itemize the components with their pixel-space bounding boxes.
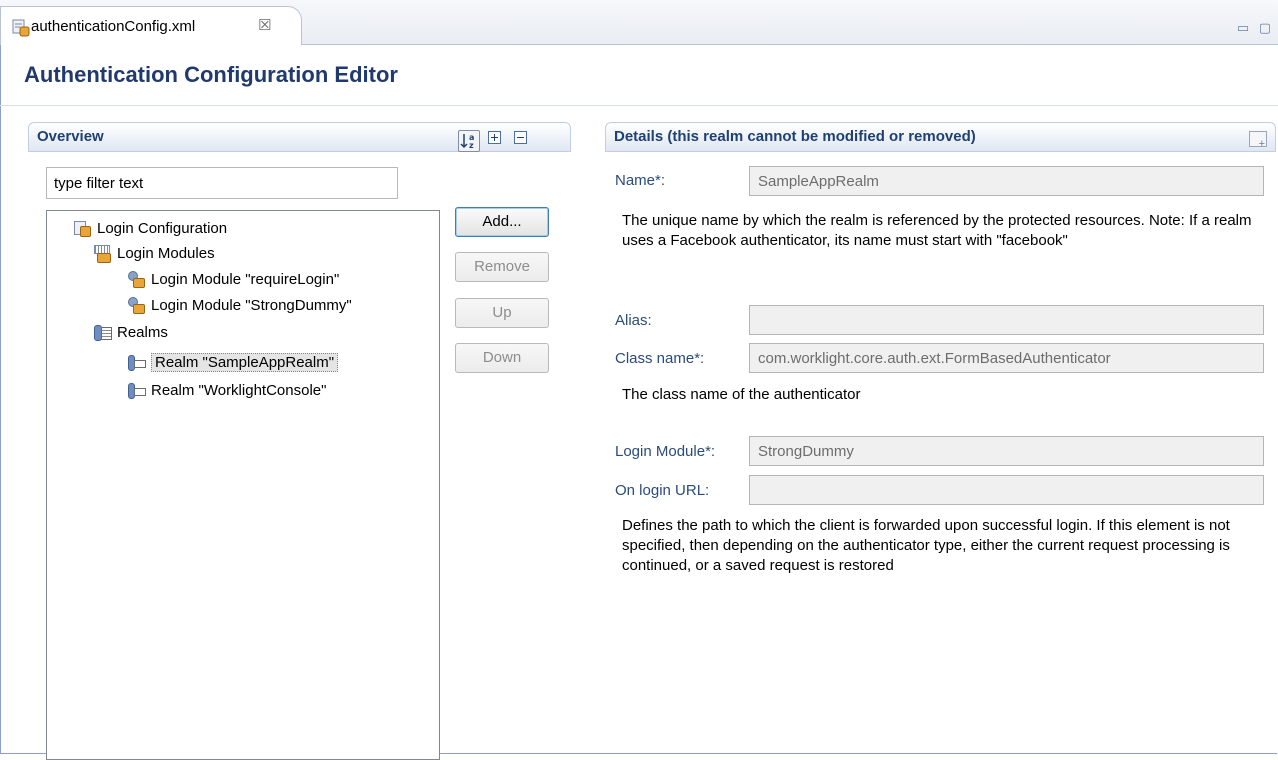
tree-item-label: Realm "WorklightConsole" (151, 381, 327, 399)
filter-input[interactable] (46, 167, 398, 199)
class-name-label: Class name*: (615, 350, 705, 367)
window-controls-icon[interactable]: ▭ ▢ (1237, 20, 1274, 36)
sort-icon[interactable]: a z (458, 130, 480, 152)
svg-text:z: z (469, 141, 474, 150)
tree-item-realms[interactable]: Realms (93, 321, 168, 343)
config-icon (73, 219, 91, 237)
class-name-field[interactable] (749, 343, 1264, 373)
overview-tree[interactable]: Login Configuration Login Modules Login … (46, 210, 440, 760)
class-name-description: The class name of the authenticator (622, 386, 861, 403)
down-button[interactable]: Down (455, 343, 549, 373)
details-section-header: Details (this realm cannot be modified o… (605, 122, 1276, 152)
tree-item-login-module-requirelogin[interactable]: Login Module "requireLogin" (127, 268, 339, 290)
alias-field[interactable] (749, 305, 1264, 335)
realm-icon (127, 353, 146, 371)
overview-section-header: Overview a z (28, 122, 571, 152)
expand-all-icon[interactable] (484, 127, 504, 147)
tab-authentication-config[interactable]: authenticationConfig.xml ☒ (0, 6, 302, 45)
editor-tab-bar: authenticationConfig.xml ☒ ▭ ▢ (0, 0, 1278, 45)
tree-item-login-modules[interactable]: Login Modules (93, 242, 215, 264)
overview-title: Overview (37, 128, 104, 145)
login-module-field[interactable] (749, 436, 1264, 466)
tree-item-realm-sampleapprealm[interactable]: Realm "SampleAppRealm" (127, 351, 339, 373)
name-field[interactable] (749, 166, 1264, 196)
up-button[interactable]: Up (455, 298, 549, 328)
login-url-description: Defines the path to which the client is … (622, 517, 1230, 574)
tree-item-realm-worklightconsole[interactable]: Realm "WorklightConsole" (127, 379, 326, 401)
divider (0, 105, 1278, 106)
realms-icon (93, 323, 112, 341)
tree-item-label: Realm "SampleAppRealm" (151, 352, 339, 372)
tree-item-login-module-strongdummy[interactable]: Login Module "StrongDummy" (127, 294, 352, 316)
login-modules-icon (93, 244, 111, 263)
name-label: Name*: (615, 172, 666, 189)
restore-view-icon[interactable] (1249, 131, 1267, 150)
tree-item-label: Login Configuration (97, 219, 228, 237)
realm-icon (127, 381, 146, 399)
add-button[interactable]: Add... (455, 207, 549, 237)
details-title: Details (this realm cannot be modified o… (614, 128, 976, 145)
login-module-label: Login Module*: (615, 443, 716, 460)
xml-config-icon (12, 19, 30, 37)
remove-button[interactable]: Remove (455, 252, 549, 282)
tree-item-label: Login Module "StrongDummy" (151, 296, 352, 314)
tree-item-label: Login Modules (117, 244, 215, 262)
tab-title: authenticationConfig.xml (31, 18, 196, 35)
login-module-icon (127, 270, 145, 288)
login-url-field[interactable] (749, 475, 1264, 505)
login-url-label: On login URL: (615, 482, 710, 499)
page-title: Authentication Configuration Editor (24, 62, 398, 87)
close-icon[interactable]: ☒ (258, 16, 271, 34)
tree-item-label: Realms (117, 323, 168, 341)
tree-item-login-configuration[interactable]: Login Configuration (73, 217, 227, 239)
login-module-icon (127, 296, 145, 314)
tree-item-label: Login Module "requireLogin" (151, 270, 340, 288)
name-description: The unique name by which the realm is re… (622, 212, 1252, 249)
alias-label: Alias: (615, 312, 652, 329)
collapse-all-icon[interactable] (510, 127, 530, 147)
